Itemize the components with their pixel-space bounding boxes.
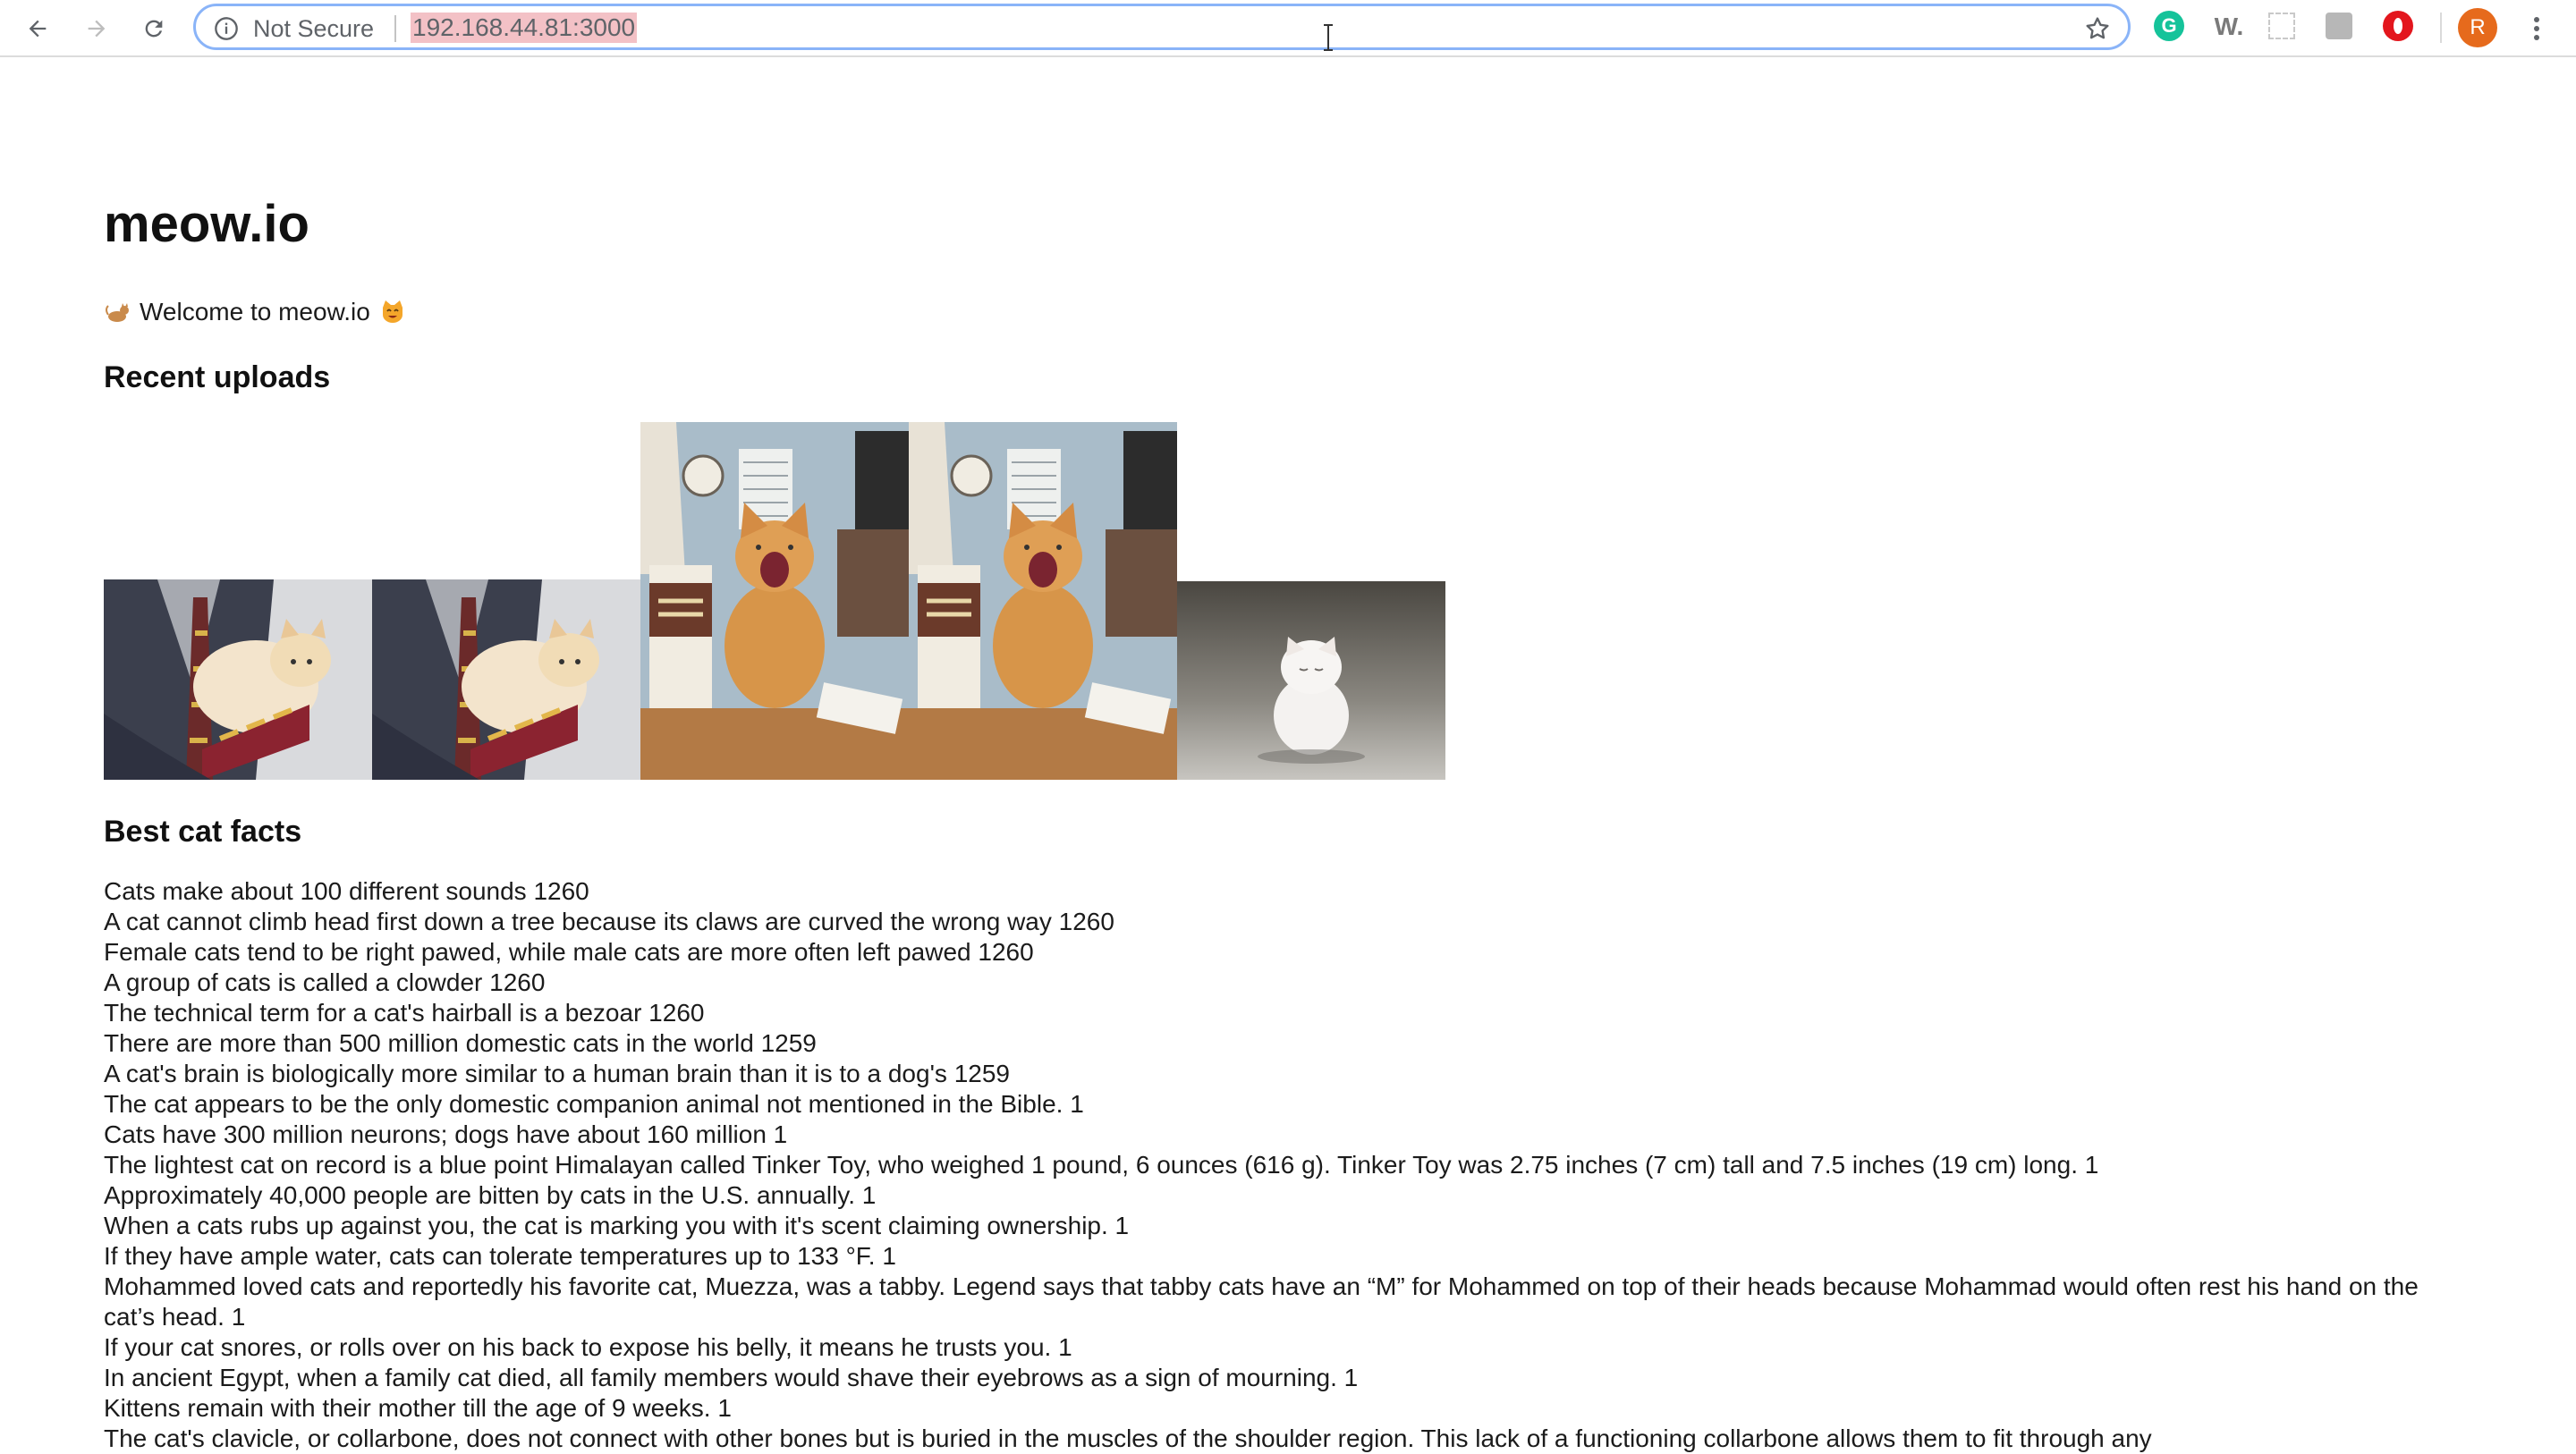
cat-fact-item: Approximately 40,000 people are bitten b…	[104, 1181, 877, 1209]
url-text[interactable]: 192.168.44.81:3000	[411, 13, 638, 43]
toolbar-separator	[2440, 13, 2442, 43]
reload-button[interactable]	[134, 9, 174, 48]
cat-photo-3[interactable]	[640, 422, 909, 780]
more-menu-icon[interactable]	[2528, 11, 2546, 46]
cat-fact-item: The cat appears to be the only domestic …	[104, 1090, 1084, 1118]
forward-button[interactable]	[77, 9, 116, 48]
recent-uploads-gallery	[104, 422, 1445, 780]
cat-fact-item: A cat cannot climb head first down a tre…	[104, 908, 1114, 935]
bookmark-star-icon[interactable]	[2083, 14, 2112, 43]
cat-fact-item: Cats have 300 million neurons; dogs have…	[104, 1120, 788, 1148]
reload-icon	[145, 20, 163, 38]
text-cursor-icon	[1324, 24, 1333, 51]
cat-fact-item: If your cat snores, or rolls over on his…	[104, 1333, 1072, 1361]
cat-emoji-icon	[106, 303, 129, 322]
page-title: meow.io	[104, 195, 309, 253]
cat-fact-item: The lightest cat on record is a blue poi…	[104, 1151, 2099, 1179]
cat-facts-heading: Best cat facts	[104, 815, 302, 849]
cat-fact-item: If they have ample water, cats can toler…	[104, 1242, 896, 1270]
info-icon[interactable]	[214, 16, 239, 41]
browser-toolbar: Not Secure 192.168.44.81:3000 G W. R	[0, 0, 2576, 57]
back-button[interactable]	[18, 9, 57, 48]
wikiwand-extension-icon[interactable]: W.	[2213, 11, 2245, 43]
cat-fact-item: A group of cats is called a clowder 1260	[104, 968, 546, 996]
cat-photo-4[interactable]	[909, 422, 1177, 780]
profile-avatar[interactable]: R	[2458, 8, 2497, 47]
welcome-message: Welcome to meow.io	[104, 297, 406, 327]
screenshot-extension-icon[interactable]	[2268, 13, 2295, 39]
opera-extension-icon[interactable]	[2383, 11, 2413, 41]
cat-fact-item: There are more than 500 million domestic…	[104, 1029, 817, 1057]
cat-photo-2[interactable]	[372, 579, 640, 780]
cat-fact-item: Female cats tend to be right pawed, whil…	[104, 938, 1034, 966]
welcome-text: Welcome to meow.io	[140, 298, 370, 325]
cat-fact-item: Cats make about 100 different sounds 126…	[104, 877, 589, 905]
cat-fact-item: The cat's clavicle, or collarbone, does …	[104, 1424, 2152, 1452]
security-label[interactable]: Not Secure	[253, 15, 374, 42]
arrow-left-icon	[29, 20, 47, 38]
gray-extension-icon[interactable]	[2326, 13, 2352, 39]
cat-photo-1[interactable]	[104, 579, 372, 780]
cat-fact-item: When a cats rubs up against you, the cat…	[104, 1212, 1130, 1239]
address-bar[interactable]: Not Secure 192.168.44.81:3000	[193, 4, 2131, 50]
arrow-right-icon	[88, 20, 106, 38]
cat-photo-5[interactable]	[1177, 581, 1445, 780]
cat-fact-item: In ancient Egypt, when a family cat died…	[104, 1364, 1359, 1391]
omnibox-divider	[394, 15, 396, 42]
cat-fact-item: The technical term for a cat's hairball …	[104, 999, 705, 1027]
smiling-cat-emoji-icon	[382, 300, 402, 323]
cat-fact-item: Kittens remain with their mother till th…	[104, 1394, 732, 1422]
cat-fact-item: Mohammed loved cats and reportedly his f…	[104, 1272, 2419, 1331]
recent-uploads-heading: Recent uploads	[104, 360, 331, 394]
grammarly-extension-icon[interactable]: G	[2154, 11, 2184, 41]
cat-facts-list: Cats make about 100 different sounds 126…	[104, 876, 2465, 1454]
cat-fact-item: A cat's brain is biologically more simil…	[104, 1060, 1010, 1087]
